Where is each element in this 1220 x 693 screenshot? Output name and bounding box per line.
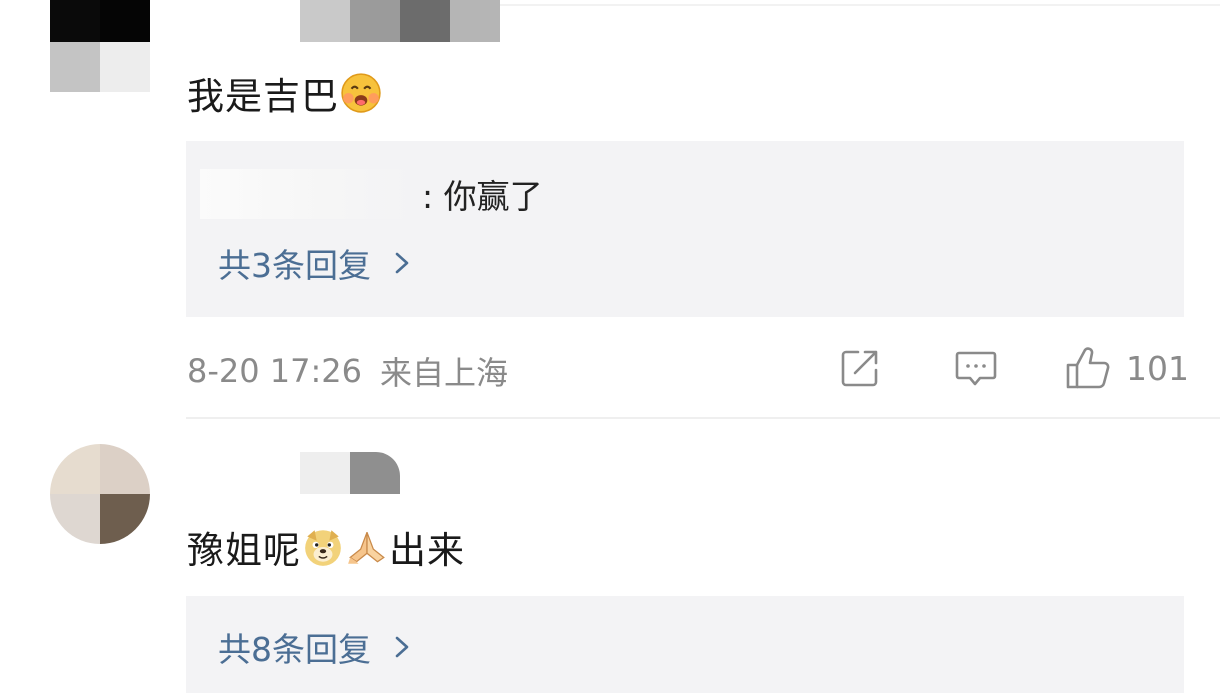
share-button[interactable] xyxy=(838,346,882,390)
reply-preview-text: : 你赢了 xyxy=(422,177,543,216)
avatar[interactable] xyxy=(50,444,150,544)
comment-item: 我是吉巴 : 你赢了 共3条回复 8-20 17:26 来自上海 101 xyxy=(0,0,1220,420)
comment-divider xyxy=(186,417,1220,419)
comment-text-after: 出来 xyxy=(389,529,465,572)
share-icon xyxy=(841,350,878,387)
comment-time: 8-20 17:26 xyxy=(187,352,363,390)
comment-text: 我是吉巴 xyxy=(187,68,383,118)
view-replies-link[interactable]: 共8条回复 xyxy=(218,622,413,672)
comment-meta: 8-20 17:26 来自上海 xyxy=(187,348,508,394)
reply-username-blurred xyxy=(200,169,412,219)
reply-preview-box[interactable]: : 你赢了 共3条回复 xyxy=(186,141,1184,317)
like-button[interactable]: 101 xyxy=(1064,346,1189,390)
view-replies-label: 共3条回复 xyxy=(218,246,371,285)
comment-text: 豫姐呢 出来 xyxy=(187,522,465,572)
reply-preview: : 你赢了 xyxy=(186,169,543,219)
chevron-right-icon xyxy=(395,636,409,658)
like-count: 101 xyxy=(1126,348,1189,388)
comment-button[interactable] xyxy=(953,346,999,390)
view-replies-label: 共8条回复 xyxy=(218,630,371,669)
reply-preview-box[interactable]: 共8条回复 xyxy=(186,596,1184,693)
view-replies-link[interactable]: 共3条回复 xyxy=(218,238,413,288)
username-blurred[interactable] xyxy=(300,0,500,42)
chevron-right-icon xyxy=(395,252,409,274)
like-icon xyxy=(1066,347,1110,389)
comment-icon xyxy=(955,351,997,386)
avatar[interactable] xyxy=(50,0,150,92)
comment-text-content: 豫姐呢 xyxy=(187,529,301,572)
praying-hands-emoji xyxy=(348,532,385,564)
comment-item: 豫姐呢 出来 共8条回复 xyxy=(0,440,1220,693)
doge-emoji xyxy=(305,530,341,566)
blushing-smile-emoji xyxy=(341,73,381,113)
comment-text-content: 我是吉巴 xyxy=(187,75,339,118)
comment-location: 来自上海 xyxy=(380,354,509,392)
username-blurred[interactable] xyxy=(300,452,400,494)
